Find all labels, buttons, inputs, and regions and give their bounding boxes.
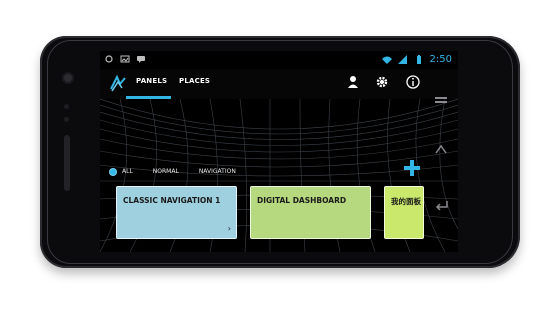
status-bar: 2:50 — [100, 51, 458, 69]
message-icon — [137, 56, 145, 63]
add-icon[interactable] — [404, 160, 420, 176]
filter-all-radio[interactable] — [110, 168, 116, 175]
image-icon — [120, 55, 130, 63]
filter-bar: ALL NORMAL NAVIGATION — [110, 168, 236, 175]
back-icon[interactable] — [432, 92, 450, 110]
front-camera — [64, 74, 72, 82]
card-title: DIGITAL DASHBOARD — [257, 196, 347, 205]
filter-normal[interactable]: NORMAL — [153, 168, 179, 175]
action-bar: PANELS PLACES — [100, 69, 458, 99]
earpiece-speaker — [64, 135, 70, 191]
tab-panels[interactable]: PANELS — [136, 77, 167, 85]
home-icon[interactable] — [432, 141, 450, 159]
wifi-icon — [381, 56, 392, 64]
notification-icons — [104, 54, 146, 64]
gear-icon[interactable] — [374, 74, 390, 90]
recent-apps-icon[interactable] — [432, 196, 450, 214]
sync-icon — [105, 55, 113, 63]
status-indicators: 2:50 — [381, 54, 452, 65]
tab-places[interactable]: PLACES — [179, 77, 210, 85]
app-logo-icon[interactable] — [108, 74, 128, 94]
filter-navigation[interactable]: NAVIGATION — [199, 168, 236, 175]
filter-all[interactable]: ALL — [122, 168, 133, 175]
battery-icon — [416, 54, 421, 64]
signal-icon — [397, 54, 407, 64]
card-title: CLASSIC NAVIGATION 1 — [123, 196, 221, 205]
clock: 2:50 — [429, 54, 452, 65]
screen: 2:50 PANELS PLACES ALL NORMAL NAVIGATION… — [100, 51, 458, 252]
panel-card-my-panel[interactable]: 我的面板 — [384, 186, 424, 239]
panel-card-digital-dashboard[interactable]: DIGITAL DASHBOARD — [250, 186, 371, 239]
chevron-right-icon[interactable]: › — [228, 224, 231, 233]
light-sensor — [64, 117, 69, 122]
card-title: 我的面板 — [391, 197, 421, 206]
user-icon[interactable] — [345, 74, 361, 90]
proximity-sensor — [64, 104, 69, 109]
panel-card-classic-navigation[interactable]: CLASSIC NAVIGATION 1 › — [116, 186, 237, 239]
info-icon[interactable] — [405, 74, 421, 90]
